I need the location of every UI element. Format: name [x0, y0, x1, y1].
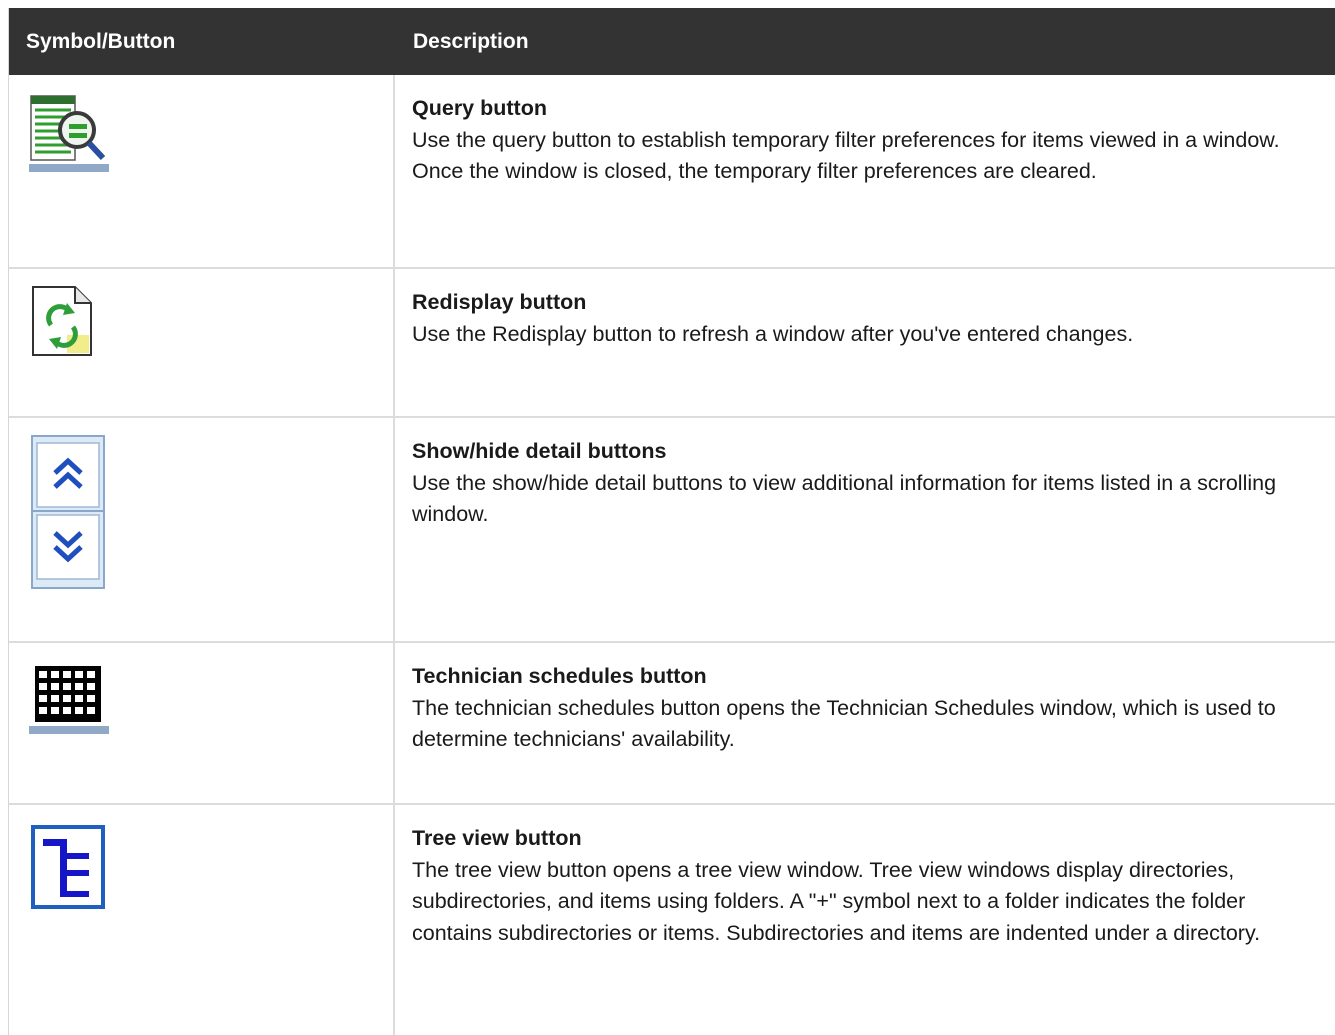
symbol-cell: [9, 269, 395, 416]
table-row: Tree view button The tree view button op…: [9, 805, 1335, 1035]
table-row: Technician schedules button The technici…: [9, 643, 1335, 805]
header-symbol-button: Symbol/Button: [26, 29, 176, 53]
description-cell: Tree view button The tree view button op…: [395, 805, 1335, 1035]
row-description: Use the show/hide detail buttons to view…: [412, 470, 1277, 527]
row-title: Query button: [412, 96, 547, 120]
table-header: Symbol/Button Description: [9, 8, 1335, 75]
description-cell: Technician schedules button The technici…: [395, 643, 1335, 803]
description-cell: Show/hide detail buttons Use the show/hi…: [395, 418, 1335, 641]
table-row: Show/hide detail buttons Use the show/hi…: [9, 418, 1335, 643]
symbol-cell: [9, 805, 395, 1035]
row-description: Use the Redisplay button to refresh a wi…: [412, 321, 1134, 346]
row-title: Redisplay button: [412, 290, 587, 314]
header-description: Description: [413, 29, 529, 53]
description-cell: Query button Use the query button to est…: [395, 75, 1335, 267]
show-hide-detail-icon: [31, 435, 105, 589]
description-cell: Redisplay button Use the Redisplay butto…: [395, 269, 1335, 416]
tree-view-icon: [31, 825, 105, 909]
table-row: Redisplay button Use the Redisplay butto…: [9, 269, 1335, 418]
query-icon: [29, 95, 109, 172]
technician-schedules-icon: [29, 666, 109, 734]
table-row: Query button Use the query button to est…: [9, 75, 1335, 269]
symbol-cell: [9, 643, 395, 803]
row-title: Technician schedules button: [412, 664, 707, 688]
button-reference-table: Symbol/Button Description Query button U…: [8, 8, 1335, 1035]
redisplay-icon: [32, 286, 92, 356]
symbol-cell: [9, 75, 395, 267]
symbol-cell: [9, 418, 395, 641]
row-title: Show/hide detail buttons: [412, 439, 667, 463]
row-title: Tree view button: [412, 826, 582, 850]
row-description: The technician schedules button opens th…: [412, 695, 1276, 752]
row-description: Use the query button to establish tempor…: [412, 127, 1280, 184]
row-description: The tree view button opens a tree view w…: [412, 857, 1261, 945]
